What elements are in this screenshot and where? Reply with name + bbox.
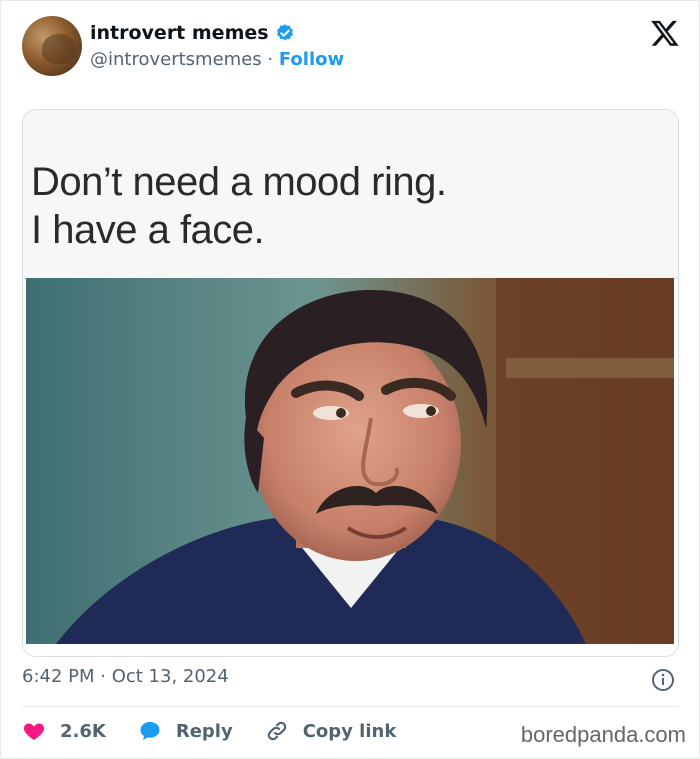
verified-badge-icon (276, 24, 293, 41)
copy-link-label: Copy link (302, 720, 397, 742)
reply-label: Reply (175, 720, 233, 742)
link-icon (267, 721, 286, 741)
post-timestamp[interactable]: 6:42 PM · Oct 13, 2024 (22, 666, 229, 687)
action-bar: 2.6K Reply Copy link (22, 716, 428, 746)
author-name[interactable]: introvert memes (90, 22, 269, 44)
heart-icon (23, 723, 45, 740)
meme-caption-line-2: I have a face. (31, 208, 265, 252)
info-icon[interactable] (651, 668, 675, 692)
author-avatar[interactable] (22, 16, 82, 76)
separator-dot: · (267, 49, 274, 70)
like-count: 2.6K (60, 720, 106, 742)
meme-photo (26, 278, 674, 644)
post-media[interactable]: Don’t need a mood ring. I have a face. (22, 109, 679, 657)
boredpanda-watermark: boredpanda.com (520, 722, 686, 747)
reply-button[interactable]: Reply (138, 719, 233, 743)
x-logo-icon[interactable] (650, 18, 680, 48)
follow-link[interactable]: Follow (279, 49, 344, 70)
author-handle[interactable]: @introvertsmemes (90, 49, 262, 70)
copy-link-button[interactable]: Copy link (265, 719, 397, 743)
like-button[interactable]: 2.6K (22, 719, 106, 743)
post-header: introvert memes @introvertsmemes · Follo… (22, 16, 682, 78)
author-handle-row: @introvertsmemes · Follow (90, 49, 344, 70)
reply-bubble-icon (140, 722, 160, 740)
meme-caption-area: Don’t need a mood ring. I have a face. (23, 110, 678, 279)
meme-caption-line-1: Don’t need a mood ring. (31, 160, 447, 204)
author-name-row: introvert memes (90, 22, 295, 44)
actions-divider (22, 706, 678, 707)
